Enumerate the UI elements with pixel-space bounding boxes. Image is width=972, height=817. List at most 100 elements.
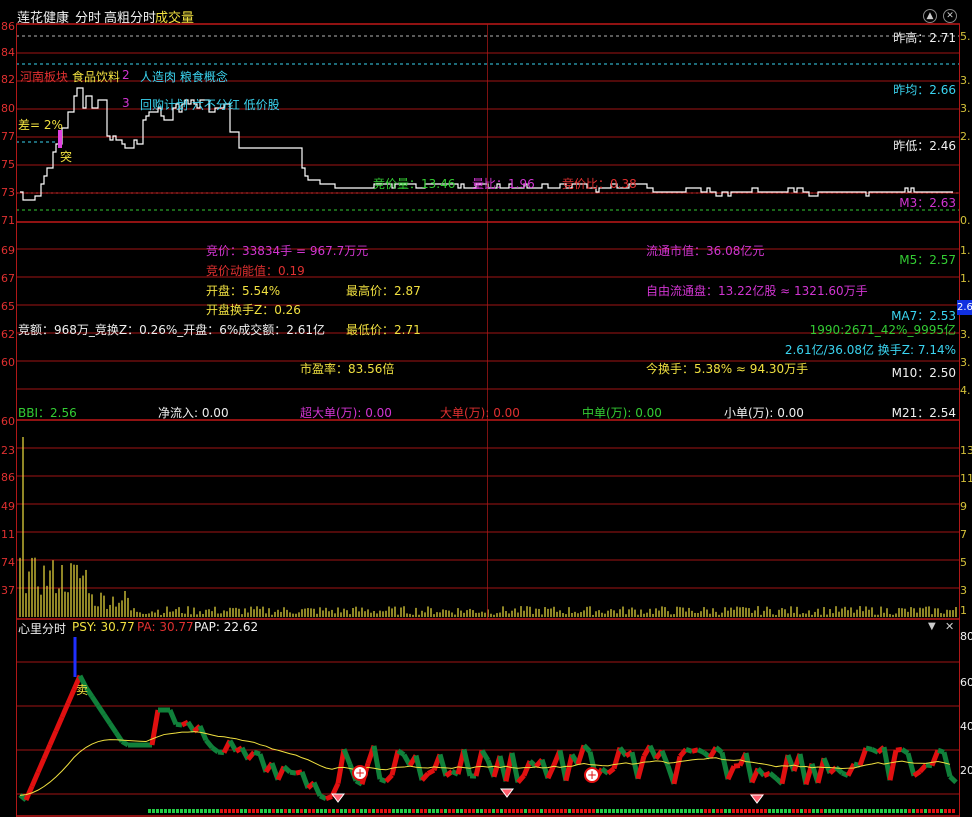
signal-strip-cell [284,809,287,813]
signal-strip-cell [668,809,671,813]
signal-strip-cell [352,809,355,813]
signal-strip-cell [544,809,547,813]
auction-volume: 竞价量：13.46 [373,177,456,191]
psy-tick: 20 [960,764,972,777]
concept-tag-1[interactable]: 人造肉 粮食概念 [140,68,228,85]
signal-strip-cell [168,809,171,813]
signal-strip-cell [224,809,227,813]
psy-segment [29,771,41,788]
signal-strip-cell [400,809,403,813]
info-tick: 67 [1,272,15,285]
signal-strip-cell [496,809,499,813]
psy-segment [59,702,71,719]
signal-strip-cell [728,809,731,813]
free-float: 自由流通盘：13.22亿股 ≈ 1321.60万手 [646,284,868,298]
m10-label: M10：2.50 [891,366,956,380]
signal-strip-cell [860,809,863,813]
info-tick: 69 [1,244,15,257]
signal-strip-cell [336,809,339,813]
signal-strip-cell [360,809,363,813]
signal-strip-cell [832,809,835,813]
signal-strip-cell [436,809,439,813]
signal-strip-cell [176,809,179,813]
concept-tag-2[interactable]: 回购计划 六不分红 低价股 [140,96,280,113]
signal-strip-cell [840,809,843,813]
signal-strip-cell [892,809,895,813]
volume-tick: 23 [1,444,15,457]
signal-strip-cell [640,809,643,813]
signal-strip-cell [636,809,639,813]
signal-strip-cell [752,809,755,813]
psy-segment [929,749,941,767]
signal-strip-cell [924,809,927,813]
signal-strip-cell [172,809,175,813]
signal-strip-cell [744,809,747,813]
signal-strip-cell [724,809,727,813]
dropdown-icon[interactable]: ▼ [928,621,936,632]
signal-strip-cell [524,809,527,813]
signal-strip-cell [852,809,855,813]
signal-strip-cell [564,809,567,813]
signal-strip-cell [560,809,563,813]
psy-segment [606,766,616,776]
price-tick: 75 [1,158,15,171]
signal-strip-cell [736,809,739,813]
signal-strip-cell [800,809,803,813]
psy-segment [473,749,485,777]
signal-strip-cell [440,809,443,813]
signal-strip-cell [828,809,831,813]
signal-strip-cell [184,809,187,813]
signal-strip-cell [540,809,543,813]
signal-strip-cell [424,809,427,813]
prev-low-label: 昨低：2.46 [893,139,956,153]
psy-segment [246,750,256,761]
psy-segment [341,748,353,766]
signal-strip-cell [592,809,595,813]
signal-strip-cell [156,809,159,813]
signal-strip-cell [824,809,827,813]
signal-strip-cell [836,809,839,813]
signal-strip-cell [656,809,659,813]
signal-strip-cell [380,809,383,813]
diamond-signal-icon [750,794,764,804]
signal-strip-cell [288,809,291,813]
current-price-tag: 2.6 [957,300,972,315]
signal-strip-cell [624,809,627,813]
signal-strip-cell [232,809,235,813]
volume-right-tick: 3 [960,584,967,597]
signal-strip-cell [580,809,583,813]
signal-strip-cell [792,809,795,813]
signal-strip-cell [280,809,283,813]
psy-segment [948,774,958,785]
sector-tag[interactable]: 河南板块 [20,68,68,85]
price-tick: 73 [1,186,15,199]
signal-strip-cell [384,809,387,813]
signal-strip-cell [428,809,431,813]
psy-segment [635,755,647,780]
signal-strip-cell [620,809,623,813]
plus-icon: + [355,766,365,780]
signal-strip-cell [660,809,663,813]
signal-strip-cell [652,809,655,813]
industry-tag[interactable]: 食品饮料 [72,68,120,85]
psy-segment [918,763,928,774]
pa-value: PA: 30.77 [137,620,194,634]
auction-price: 竞价：33834手 = 967.7万元 [206,244,369,258]
signal-strip-cell [484,809,487,813]
psy-indicator-name[interactable]: 心里分时 [18,620,66,637]
psy-segment [659,749,671,767]
auction-ratio: 竞价比：0.38 [562,177,637,191]
psy-segment [107,722,119,734]
close-icon[interactable]: ✕ [945,620,954,633]
auction-energy: 竞价动能值：0.19 [206,264,305,278]
signal-strip-cell [208,809,211,813]
signal-strip-cell [848,809,851,813]
signal-strip-cell [396,809,399,813]
signal-strip-cell [576,809,579,813]
psy-segment [575,744,587,766]
psy-segment [101,713,113,725]
signal-strip-cell [856,809,859,813]
open-pct: 开盘：5.54% [206,284,281,298]
signal-strip-cell [648,809,651,813]
low-price: 最低价：2.71 [346,323,421,337]
